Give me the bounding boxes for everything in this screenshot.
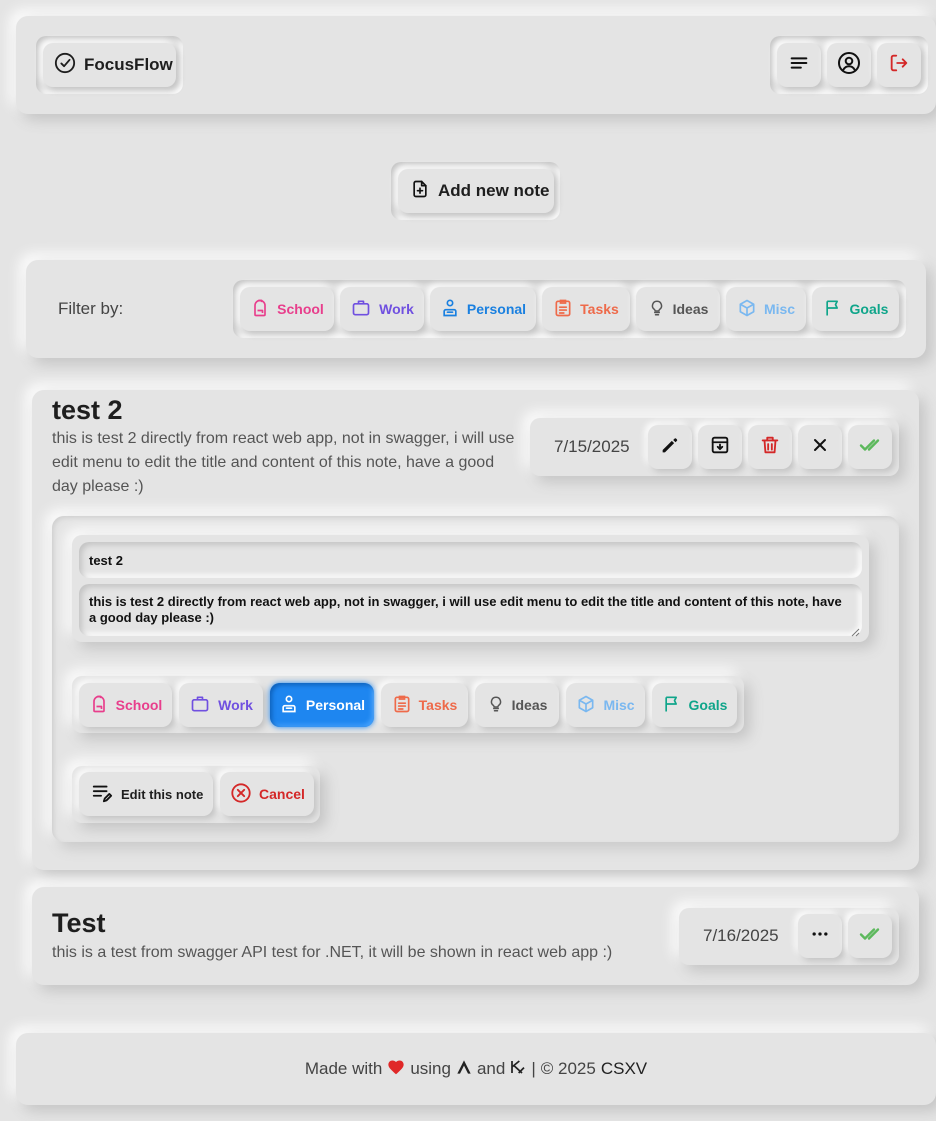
note-title: Test: [52, 908, 106, 938]
filter-label: Filter by:: [58, 299, 124, 318]
edit-category-work-button[interactable]: Work: [179, 683, 263, 727]
edit-content-textarea[interactable]: this is test 2 directly from react web a…: [79, 584, 862, 636]
edit-lines-icon: [91, 782, 113, 807]
edit-note-button[interactable]: [648, 425, 692, 469]
note-content: this is a test from swagger API test for…: [52, 944, 613, 961]
person-icon: [440, 297, 460, 322]
edit-category-goals-label: Goals: [688, 697, 728, 713]
briefcase-icon: [189, 694, 211, 717]
archive-note-button[interactable]: [698, 425, 742, 469]
filter-ideas-label: Ideas: [672, 301, 709, 317]
footer: Made with using and | © 2025 CSXV: [16, 1033, 936, 1105]
close-edit-button[interactable]: [798, 425, 842, 469]
menu-lines-icon: [788, 52, 810, 79]
check-icon: [858, 433, 882, 462]
edit-category-tasks-label: Tasks: [418, 697, 458, 713]
menu-button[interactable]: [777, 43, 821, 87]
cancel-circle-icon: [230, 782, 252, 807]
footer-made-with: Made with: [304, 1059, 383, 1078]
filter-ideas-button[interactable]: Ideas: [636, 287, 720, 331]
footer-copyright: © 2025: [540, 1059, 596, 1078]
edit-category-school-label: School: [115, 697, 163, 713]
complete-note-button[interactable]: [848, 914, 892, 958]
edit-category-personal-button[interactable]: Personal: [270, 683, 374, 727]
note-content: this is test 2 directly from react web a…: [52, 430, 515, 495]
archive-icon: [709, 434, 731, 461]
edit-category-misc-label: Misc: [603, 697, 635, 713]
cube-icon: [576, 693, 596, 718]
check-circle-icon: [54, 52, 76, 79]
delete-note-button[interactable]: [748, 425, 792, 469]
file-plus-icon: [410, 178, 430, 205]
logout-button[interactable]: [877, 43, 921, 87]
cancel-edit-button[interactable]: Cancel: [220, 772, 314, 816]
close-icon: [810, 435, 830, 460]
edit-this-note-label: Edit this note: [121, 786, 204, 802]
lightbulb-icon: [487, 693, 505, 718]
edit-category-school-button[interactable]: School: [79, 683, 172, 727]
cancel-label: Cancel: [259, 786, 305, 802]
note-date: 7/16/2025: [703, 926, 779, 945]
filter-work-label: Work: [379, 301, 414, 317]
clipboard-icon: [392, 693, 412, 718]
cube-icon: [737, 297, 757, 322]
footer-separator: |: [531, 1059, 536, 1078]
edit-category-personal-label: Personal: [305, 697, 366, 713]
filter-misc-button[interactable]: Misc: [726, 287, 806, 331]
filter-school-button[interactable]: School: [240, 287, 334, 331]
backpack-icon: [250, 297, 270, 322]
note-title: test 2: [52, 395, 123, 425]
home-logo-button[interactable]: FocusFlow: [43, 43, 176, 87]
more-icon: [810, 924, 830, 949]
briefcase-icon: [350, 298, 372, 321]
edit-this-note-button[interactable]: Edit this note: [79, 772, 213, 816]
filter-personal-button[interactable]: Personal: [430, 287, 536, 331]
filter-work-button[interactable]: Work: [340, 287, 424, 331]
app-name: FocusFlow: [84, 55, 173, 74]
filter-personal-label: Personal: [466, 301, 527, 317]
backpack-icon: [89, 693, 109, 718]
edit-category-work-label: Work: [218, 697, 253, 713]
complete-note-button[interactable]: [848, 425, 892, 469]
filter-school-label: School: [277, 301, 324, 317]
logout-icon: [888, 52, 910, 79]
edit-category-goals-button[interactable]: Goals: [652, 683, 737, 727]
footer-author: CSXV: [600, 1059, 648, 1078]
lightbulb-icon: [648, 297, 666, 322]
flag-icon: [662, 693, 682, 718]
heart-icon: [387, 1059, 405, 1080]
add-new-note-label: Add new note: [438, 181, 550, 200]
footer-using: using: [410, 1059, 451, 1078]
edit-category-ideas-label: Ideas: [511, 697, 548, 713]
filter-goals-button[interactable]: Goals: [812, 287, 899, 331]
filter-goals-label: Goals: [849, 301, 889, 317]
more-options-button[interactable]: [798, 914, 842, 958]
edit-category-misc-button[interactable]: Misc: [566, 683, 645, 727]
flag-icon: [823, 297, 843, 322]
pencil-icon: [659, 434, 681, 461]
note-date: 7/15/2025: [554, 437, 630, 456]
add-new-note-button[interactable]: Add new note: [398, 169, 554, 213]
trash-icon: [759, 434, 781, 461]
person-icon: [279, 693, 299, 718]
user-circle-icon: [837, 51, 861, 80]
footer-and: and: [476, 1059, 506, 1078]
edit-category-ideas-button[interactable]: Ideas: [475, 683, 559, 727]
filter-tasks-button[interactable]: Tasks: [542, 287, 630, 331]
filter-misc-label: Misc: [763, 301, 796, 317]
resize-handle-icon[interactable]: [850, 624, 860, 637]
check-icon: [858, 922, 882, 951]
filter-tasks-label: Tasks: [580, 301, 619, 317]
edit-category-tasks-button[interactable]: Tasks: [381, 683, 468, 727]
edit-title-input[interactable]: [79, 542, 862, 578]
clipboard-icon: [553, 297, 573, 322]
framework-logo-icon: [510, 1059, 526, 1080]
profile-button[interactable]: [827, 43, 871, 87]
arch-logo-icon: [456, 1059, 472, 1080]
